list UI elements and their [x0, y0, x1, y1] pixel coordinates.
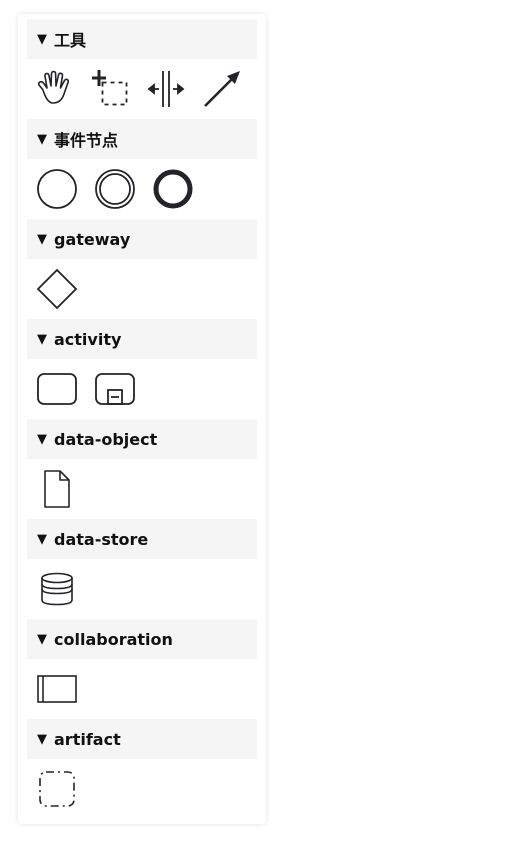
caret-down-icon: ▼	[37, 531, 47, 547]
diamond-icon	[36, 268, 78, 310]
group-label: 事件节点	[54, 131, 119, 150]
connect-tool[interactable]	[201, 67, 243, 111]
group-items-data-store	[27, 559, 257, 619]
group-header-data-object[interactable]: ▼ data-object	[27, 419, 257, 459]
group-header-artifact[interactable]: ▼ artifact	[27, 719, 257, 759]
group-header-events[interactable]: ▼ 事件节点	[27, 119, 257, 159]
group-items-events	[27, 159, 257, 219]
caret-down-icon: ▼	[37, 131, 47, 147]
end-event-tool[interactable]	[151, 167, 195, 211]
group-events: ▼ 事件节点	[27, 119, 257, 219]
group-activity: ▼ activity	[27, 319, 257, 419]
subprocess-icon	[95, 373, 135, 405]
database-icon	[41, 572, 73, 606]
data-object-tool[interactable]	[35, 467, 79, 511]
group-data-store: ▼ data-store	[27, 519, 257, 619]
group-header-gateway[interactable]: ▼ gateway	[27, 219, 257, 259]
lasso-icon	[92, 70, 128, 106]
start-event-tool[interactable]	[35, 167, 79, 211]
group-tools: ▼ 工具	[27, 19, 257, 119]
hand-tool[interactable]	[35, 67, 75, 111]
lasso-tool[interactable]	[89, 67, 131, 111]
caret-down-icon: ▼	[37, 331, 47, 347]
group-label: gateway	[54, 229, 131, 249]
data-store-tool[interactable]	[35, 567, 79, 611]
caret-down-icon: ▼	[37, 231, 47, 247]
group-header-activity[interactable]: ▼ activity	[27, 319, 257, 359]
group-label: artifact	[54, 729, 121, 749]
group-label: activity	[54, 329, 122, 349]
palette-panel: ▼ 工具 ▼ 事件节点 ▼ gateway ▼ activity ▼ data-…	[18, 14, 266, 824]
group-tool[interactable]	[35, 767, 79, 811]
group-label: collaboration	[54, 629, 173, 649]
participant-tool[interactable]	[35, 667, 79, 711]
group-label: data-store	[54, 529, 149, 549]
group-header-tools[interactable]: ▼ 工具	[27, 19, 257, 59]
group-label: 工具	[54, 31, 87, 50]
dashed-group-icon	[39, 771, 75, 807]
rounded-rect-icon	[37, 373, 77, 405]
caret-down-icon: ▼	[37, 731, 47, 747]
subprocess-tool[interactable]	[93, 367, 137, 411]
group-items-collaboration	[27, 659, 257, 719]
group-items-tools	[27, 59, 257, 119]
group-gateway: ▼ gateway	[27, 219, 257, 319]
circle-double-icon	[95, 169, 135, 209]
space-icon	[147, 71, 185, 107]
caret-down-icon: ▼	[37, 631, 47, 647]
hand-icon	[37, 70, 70, 104]
exclusive-gateway-tool[interactable]	[35, 267, 79, 311]
caret-down-icon: ▼	[37, 431, 47, 447]
arrow-icon	[204, 71, 240, 107]
group-label: data-object	[54, 429, 158, 449]
circle-thick-icon	[153, 169, 193, 209]
group-items-gateway	[27, 259, 257, 319]
group-items-data-object	[27, 459, 257, 519]
intermediate-event-tool[interactable]	[93, 167, 137, 211]
space-tool[interactable]	[145, 67, 187, 111]
pool-icon	[37, 675, 77, 703]
task-tool[interactable]	[35, 367, 79, 411]
group-data-object: ▼ data-object	[27, 419, 257, 519]
circle-thin-icon	[37, 169, 77, 209]
group-header-collaboration[interactable]: ▼ collaboration	[27, 619, 257, 659]
document-icon	[44, 470, 70, 508]
group-artifact: ▼ artifact	[27, 719, 257, 819]
caret-down-icon: ▼	[37, 31, 47, 47]
group-header-data-store[interactable]: ▼ data-store	[27, 519, 257, 559]
group-items-artifact	[27, 759, 257, 819]
group-items-activity	[27, 359, 257, 419]
group-collaboration: ▼ collaboration	[27, 619, 257, 719]
